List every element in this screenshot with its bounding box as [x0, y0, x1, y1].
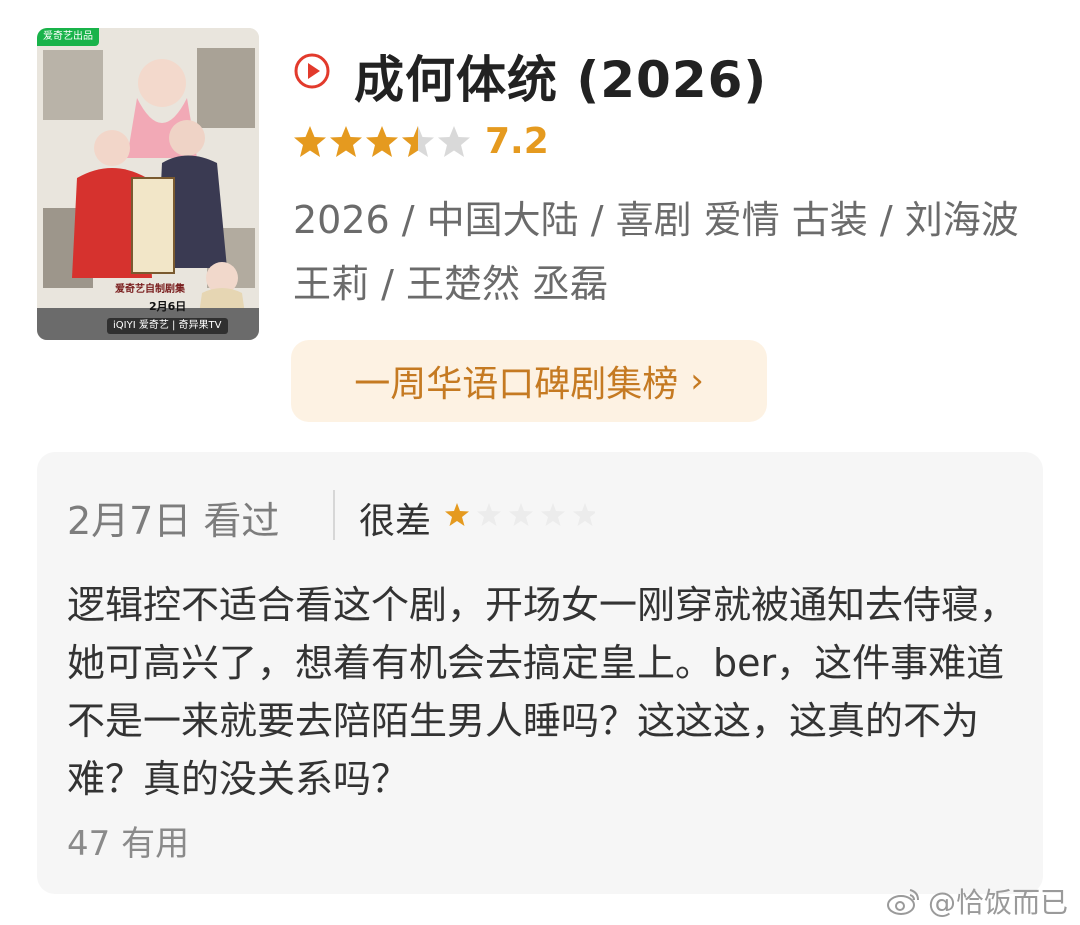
empty-star-icon [438, 126, 470, 157]
review-verdict: 很差 [359, 501, 432, 542]
chevron-right-icon: › [690, 361, 704, 401]
poster-image[interactable]: 爱奇艺出品 爱奇艺自制剧集 2月6日 iQIYI 爱奇艺 | 奇异果TV [37, 28, 259, 340]
rank-chip-label: 一周华语口碑剧集榜 [354, 364, 679, 405]
review-text: 逻辑控不适合看这个剧，开场女一刚穿就被通知去侍寝，她可高兴了，想着有机会去搞定皇… [67, 583, 1018, 801]
poster-series-tag: 爱奇艺自制剧集 [115, 284, 185, 295]
rating-score: 7.2 [485, 121, 549, 162]
half-star-icon [402, 126, 434, 157]
review-card[interactable]: 2月7日 看过 很差 逻辑控不适合看这个剧，开场女一刚穿就被通知去侍寝，她可高兴… [37, 452, 1043, 894]
useful-count-button[interactable]: 47 有用 [67, 816, 189, 865]
empty-star-icon [573, 503, 595, 526]
review-stars [445, 503, 595, 526]
page-title: 成何体统 (2026) [354, 51, 768, 109]
empty-star-icon [541, 503, 565, 526]
poster-date-tag: 2月6日 [149, 300, 187, 313]
star-icon [445, 503, 469, 526]
empty-star-icon [477, 503, 501, 526]
star-icon [294, 126, 326, 157]
rating-stars [294, 126, 470, 157]
play-icon[interactable] [293, 52, 331, 90]
rank-chip-button[interactable]: 一周华语口碑剧集榜 › [291, 340, 767, 422]
watermark-text: @恰饭而已 [927, 886, 1068, 919]
divider [333, 490, 335, 540]
review-date: 2月7日 看过 [67, 499, 280, 543]
empty-star-icon [509, 503, 533, 526]
watermark: @恰饭而已 [886, 881, 1068, 921]
weibo-icon [886, 889, 919, 915]
poster-platforms: iQIYI 爱奇艺 | 奇异果TV [107, 318, 228, 334]
poster-brand-tag: 爱奇艺出品 [37, 28, 99, 46]
movie-meta: 2026 / 中国大陆 / 喜剧 爱情 古装 / 刘海波 王莉 / 王楚然 丞磊 [293, 198, 1019, 306]
star-icon [366, 126, 398, 157]
star-icon [330, 126, 362, 157]
